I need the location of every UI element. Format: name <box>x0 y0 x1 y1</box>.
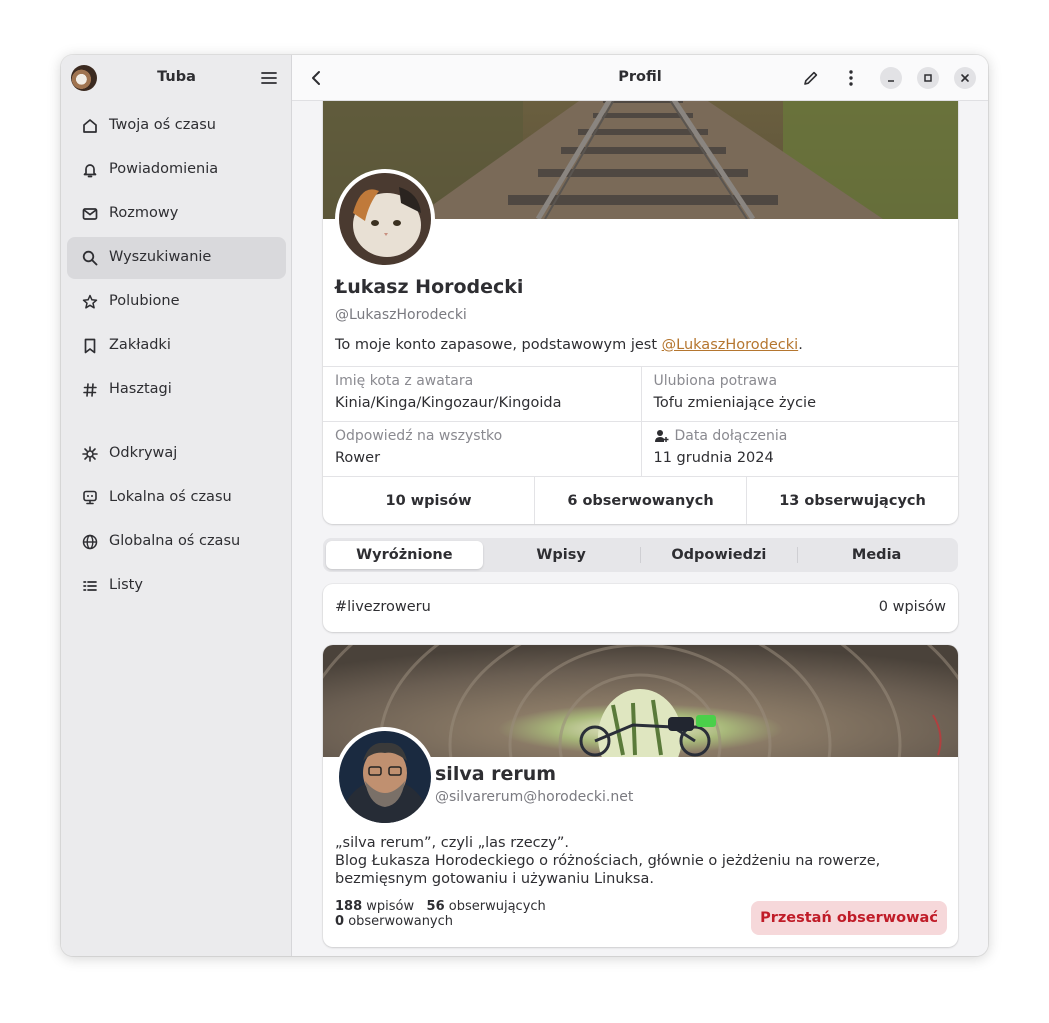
tab-media[interactable]: Media <box>798 541 955 569</box>
sidebar: Tuba Twoja oś czasu Powiadomienia Rozmow… <box>61 55 292 956</box>
account-bio: „silva rerum”, czyli „las rzeczy”. Blog … <box>335 834 945 888</box>
tab-replies[interactable]: Odpowiedzi <box>641 541 798 569</box>
profile-field: Imię kota z awatara Kinia/Kinga/Kingozau… <box>323 367 641 421</box>
hashtag-post-count: 0 wpisów <box>878 599 946 615</box>
account-display-name[interactable]: silva rerum <box>435 763 556 785</box>
bio-mention-link[interactable]: @LukaszHorodecki <box>662 337 799 353</box>
mail-icon <box>82 208 98 220</box>
sidebar-item-label: Odkrywaj <box>109 445 178 461</box>
close-icon <box>961 74 969 82</box>
sidebar-item-favourites[interactable]: Polubione <box>67 281 286 323</box>
sidebar-item-explore[interactable]: Odkrywaj <box>67 433 286 475</box>
field-label: Odpowiedź na wszystko <box>335 428 503 444</box>
account-handle: @silvarerum@horodecki.net <box>435 789 634 805</box>
sidebar-item-label: Hasztagi <box>109 381 172 397</box>
following-count-button[interactable]: 6 obserwowanych <box>534 477 746 524</box>
close-button[interactable] <box>954 67 976 89</box>
profile-tabs: Wyróżnione Wpisy Odpowiedzi Media <box>323 538 958 572</box>
hashtag-icon <box>83 383 97 397</box>
profile-field: Ulubiona potrawa Tofu zmieniające życie <box>640 367 959 421</box>
minimize-icon <box>888 80 894 82</box>
field-value: Kinia/Kinga/Kingozaur/Kingoida <box>335 395 562 411</box>
tab-posts[interactable]: Wpisy <box>483 541 640 569</box>
profile-card: Łukasz Horodecki @LukaszHorodecki To moj… <box>323 91 958 524</box>
main-view: Profil Łukasz Horodecki @LukaszHorodecki… <box>292 55 988 956</box>
field-label: Ulubiona potrawa <box>653 373 778 389</box>
bio-text-end: . <box>798 337 803 353</box>
account-stats: 188 wpisów 56 obserwujących 0 obserwowan… <box>335 899 546 929</box>
profile-avatar[interactable] <box>335 169 435 269</box>
sidebar-item-label: Rozmowy <box>109 205 179 221</box>
sidebar-nav: Twoja oś czasu Powiadomienia Rozmowy Wys… <box>67 105 286 609</box>
account-bio-line: „silva rerum”, czyli „las rzeczy”. <box>335 835 569 851</box>
sidebar-item-label: Twoja oś czasu <box>109 117 216 133</box>
profile-bio: To moje konto zapasowe, podstawowym jest… <box>335 337 803 353</box>
minimize-button[interactable] <box>880 67 902 89</box>
account-avatar[interactable] <box>335 727 435 827</box>
sidebar-item-notifications[interactable]: Powiadomienia <box>67 149 286 191</box>
search-icon <box>82 250 98 266</box>
profile-display-name: Łukasz Horodecki <box>335 276 524 298</box>
profile-handle: @LukaszHorodecki <box>335 307 467 323</box>
user-add-icon <box>654 430 668 442</box>
field-value: 11 grudnia 2024 <box>653 450 774 466</box>
sidebar-item-conversations[interactable]: Rozmowy <box>67 193 286 235</box>
account-posts-count: 188 <box>335 899 363 914</box>
maximize-button[interactable] <box>917 67 939 89</box>
profile-field: Odpowiedź na wszystko Rower <box>323 422 641 476</box>
field-label: Imię kota z awatara <box>335 373 474 389</box>
account-following-count: 0 <box>335 914 345 929</box>
sidebar-header: Tuba <box>61 55 292 101</box>
list-icon <box>83 581 97 591</box>
sidebar-item-label: Zakładki <box>109 337 171 353</box>
app-title: Tuba <box>157 69 196 85</box>
account-followers-count: 56 <box>426 899 445 914</box>
app-window: Tuba Twoja oś czasu Powiadomienia Rozmow… <box>61 55 988 956</box>
sidebar-item-lists[interactable]: Listy <box>67 565 286 607</box>
profile-field-join-date: Data dołączenia 11 grudnia 2024 <box>640 422 959 476</box>
posts-count-button[interactable]: 10 wpisów <box>323 477 534 524</box>
globe-icon <box>82 534 98 550</box>
tab-featured[interactable]: Wyróżnione <box>326 541 483 569</box>
bell-icon <box>83 164 97 178</box>
account-followers-label: obserwujących <box>448 899 546 914</box>
sidebar-item-search[interactable]: Wyszukiwanie <box>67 237 286 279</box>
field-value: Rower <box>335 450 381 466</box>
sidebar-item-label: Lokalna oś czasu <box>109 489 232 505</box>
star-icon <box>82 294 98 309</box>
header-bar: Profil <box>292 55 988 101</box>
more-options-icon[interactable] <box>840 67 862 89</box>
sidebar-item-label: Powiadomienia <box>109 161 219 177</box>
sidebar-item-home[interactable]: Twoja oś czasu <box>67 105 286 147</box>
hashtag-name: #livezroweru <box>335 599 431 615</box>
profile-stats: 10 wpisów 6 obserwowanych 13 obserwujący… <box>323 477 958 524</box>
followers-count-button[interactable]: 13 obserwujących <box>746 477 958 524</box>
featured-hashtag-row[interactable]: #livezroweru 0 wpisów <box>323 584 958 632</box>
maximize-icon <box>924 74 932 82</box>
explore-icon <box>82 446 98 462</box>
sidebar-item-label: Globalna oś czasu <box>109 533 241 549</box>
home-icon <box>83 119 97 133</box>
bookmark-icon <box>84 338 96 354</box>
account-following-label: obserwowanych <box>348 914 454 929</box>
edit-pencil-icon[interactable] <box>800 67 822 89</box>
bio-text: To moje konto zapasowe, podstawowym jest <box>335 337 662 353</box>
account-bio-line: Blog Łukasza Horodeckiego o różnościach,… <box>335 853 881 887</box>
sidebar-item-label: Polubione <box>109 293 180 309</box>
field-value: Tofu zmieniające życie <box>653 395 817 411</box>
hamburger-menu-icon[interactable] <box>260 69 278 87</box>
sidebar-item-hashtags[interactable]: Hasztagi <box>67 369 286 411</box>
sidebar-item-local-timeline[interactable]: Lokalna oś czasu <box>67 477 286 519</box>
sidebar-item-global-timeline[interactable]: Globalna oś czasu <box>67 521 286 563</box>
field-label: Data dołączenia <box>674 428 788 444</box>
profile-fields: Imię kota z awatara Kinia/Kinga/Kingozau… <box>323 366 958 477</box>
local-timeline-icon <box>83 490 97 505</box>
account-posts-label: wpisów <box>366 899 415 914</box>
sidebar-item-bookmarks[interactable]: Zakładki <box>67 325 286 367</box>
unfollow-button[interactable]: Przestań obserwować <box>751 901 947 935</box>
featured-account-card[interactable]: silva rerum @silvarerum@horodecki.net „s… <box>323 645 958 947</box>
sidebar-item-label: Listy <box>109 577 143 593</box>
sidebar-item-label: Wyszukiwanie <box>109 249 212 265</box>
